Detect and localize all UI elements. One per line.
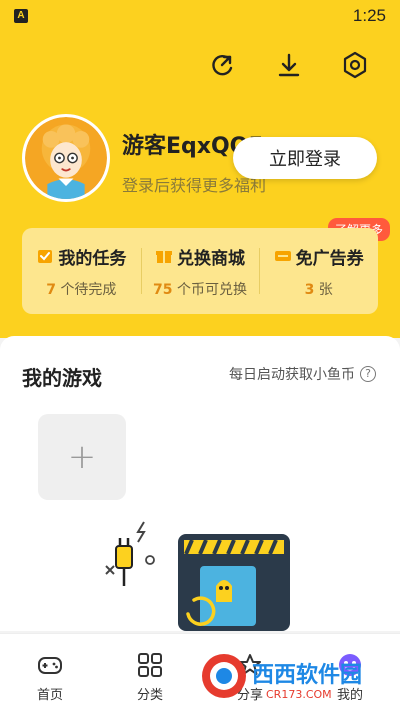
nav-label: 分类 <box>136 688 163 703</box>
add-game-button[interactable]: + <box>38 414 126 500</box>
stat-ad-free-coupon[interactable]: 免广告券 3 张 <box>259 228 378 314</box>
section-title: 我的游戏 <box>22 366 102 390</box>
daily-coin-hint[interactable]: 每日启动获取小鱼币 ? <box>229 364 376 384</box>
stat-count: 7 <box>46 281 56 298</box>
settings-icon[interactable] <box>340 50 370 80</box>
profile-header: A 1:25 游客EqxQQ5 登录后获得更多福利 立即登录 我的任务 7 个待… <box>0 0 400 338</box>
gamepad-icon <box>38 657 62 674</box>
nav-item-category[interactable]: 分类 <box>100 634 200 708</box>
stat-title: 兑换商城 <box>177 248 245 269</box>
task-icon <box>36 247 54 265</box>
stats-card: 我的任务 7 个待完成 兑换商城 75 个币可兑换 免广告券 3 张 <box>22 228 378 314</box>
stat-suffix: 张 <box>318 281 333 298</box>
nav-item-home[interactable]: 首页 <box>0 634 100 708</box>
watermark-brand: 西西软件园 <box>252 662 362 688</box>
grid-icon <box>138 653 162 677</box>
stat-count: 3 <box>304 281 315 298</box>
login-button[interactable]: 立即登录 <box>233 137 377 179</box>
status-time: 1:25 <box>352 6 386 25</box>
stat-suffix: 个待完成 <box>60 281 117 298</box>
stat-title: 我的任务 <box>58 248 127 269</box>
nav-label: 首页 <box>36 688 63 703</box>
stat-exchange-mall[interactable]: 兑换商城 75 个币可兑换 <box>140 228 260 314</box>
app-notification-icon: A <box>14 9 28 23</box>
watermark-logo: 西西软件园 CR173.COM <box>202 654 362 701</box>
watermark-url: CR173.COM <box>266 688 332 701</box>
refresh-icon[interactable] <box>208 50 238 80</box>
gift-icon <box>155 247 173 265</box>
download-icon[interactable] <box>274 50 304 80</box>
plus-icon: + <box>67 437 97 477</box>
coupon-icon <box>274 247 292 265</box>
status-bar: A 1:25 <box>0 0 400 34</box>
stat-suffix: 个币可兑换 <box>176 281 247 298</box>
avatar[interactable] <box>22 114 110 202</box>
my-games-section: 我的游戏 每日启动获取小鱼币 ? + <box>0 336 400 631</box>
loading-spinner <box>186 596 216 626</box>
stat-my-tasks[interactable]: 我的任务 7 个待完成 <box>22 228 141 314</box>
stat-title: 免广告券 <box>295 248 364 269</box>
help-icon[interactable]: ? <box>360 366 376 382</box>
stat-count: 75 <box>153 281 173 298</box>
header-actions <box>208 50 370 80</box>
hint-text: 每日启动获取小鱼币 <box>229 367 355 383</box>
